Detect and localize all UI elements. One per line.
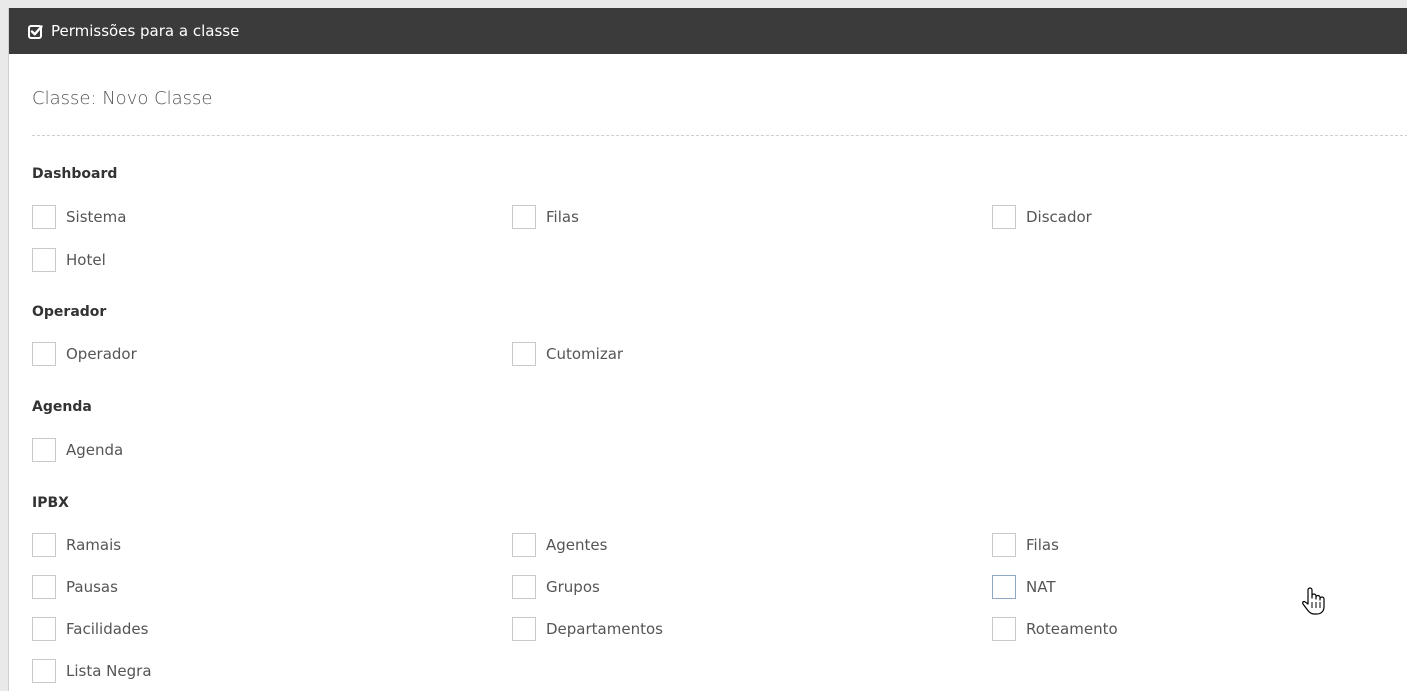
checkbox-ipbx-lista-negra[interactable]: Lista Negra xyxy=(32,659,152,683)
checkbox-ipbx-nat[interactable]: NAT xyxy=(992,575,1055,599)
checkbox-label: Filas xyxy=(546,208,579,226)
checkbox-label: Ramais xyxy=(66,536,122,554)
section-title-operador: Operador xyxy=(32,304,107,320)
checkbox-label: Grupos xyxy=(546,578,600,596)
checkbox-ipbx-facilidades[interactable]: Facilidades xyxy=(32,617,148,641)
checkbox-box[interactable] xyxy=(32,617,56,641)
checkbox-operador-operador[interactable]: Operador xyxy=(32,342,137,366)
checkbox-label: Sistema xyxy=(66,208,127,226)
checkbox-dashboard-discador[interactable]: Discador xyxy=(992,205,1092,229)
checkbox-label: Hotel xyxy=(66,251,106,269)
checkbox-ipbx-departamentos[interactable]: Departamentos xyxy=(512,617,663,641)
checkbox-box[interactable] xyxy=(992,533,1016,557)
checkbox-label: Cutomizar xyxy=(546,345,624,363)
panel-header: Permissões para a classe xyxy=(9,8,1407,54)
checkbox-box[interactable] xyxy=(512,342,536,366)
checkbox-ipbx-grupos[interactable]: Grupos xyxy=(512,575,600,599)
permissions-panel: Permissões para a classe Classe: Novo Cl… xyxy=(8,8,1407,691)
checkbox-ipbx-filas[interactable]: Filas xyxy=(992,533,1059,557)
checkbox-box[interactable] xyxy=(992,617,1016,641)
checkbox-label: Facilidades xyxy=(66,620,149,638)
checkbox-box[interactable] xyxy=(32,533,56,557)
checkbox-box[interactable] xyxy=(512,575,536,599)
checkbox-box[interactable] xyxy=(32,342,56,366)
checkbox-label: Operador xyxy=(66,345,137,363)
checkbox-box[interactable] xyxy=(992,205,1016,229)
checkbox-label: Filas xyxy=(1026,536,1059,554)
checkbox-label: Agentes xyxy=(546,536,608,554)
checkbox-label: Pausas xyxy=(66,578,118,596)
checkbox-label: Departamentos xyxy=(546,620,663,638)
section-title-ipbx: IPBX xyxy=(32,495,69,511)
checkbox-label: NAT xyxy=(1026,578,1056,596)
checkbox-box[interactable] xyxy=(512,617,536,641)
class-title: Classe: Novo Classe xyxy=(32,88,213,109)
checkbox-label: Discador xyxy=(1026,208,1092,226)
checkbox-operador-cutomizar[interactable]: Cutomizar xyxy=(512,342,623,366)
checkbox-box[interactable] xyxy=(512,205,536,229)
checkbox-box[interactable] xyxy=(32,205,56,229)
checkbox-box[interactable] xyxy=(32,575,56,599)
checkbox-label: Lista Negra xyxy=(66,662,152,680)
checkbox-label: Agenda xyxy=(66,441,124,459)
checkbox-box[interactable] xyxy=(32,438,56,462)
hand-pointer-icon xyxy=(1301,586,1325,616)
checkbox-box[interactable] xyxy=(512,533,536,557)
checkbox-box[interactable] xyxy=(32,248,56,272)
section-title-agenda: Agenda xyxy=(32,399,92,415)
panel-title: Permissões para a classe xyxy=(51,22,240,40)
checkbox-ipbx-agentes[interactable]: Agentes xyxy=(512,533,607,557)
checkbox-label: Roteamento xyxy=(1026,620,1118,638)
checkbox-dashboard-sistema[interactable]: Sistema xyxy=(32,205,126,229)
checkbox-box[interactable] xyxy=(992,575,1016,599)
checkbox-box[interactable] xyxy=(32,659,56,683)
checkbox-ipbx-pausas[interactable]: Pausas xyxy=(32,575,118,599)
checkbox-dashboard-filas[interactable]: Filas xyxy=(512,205,579,229)
checkbox-agenda-agenda[interactable]: Agenda xyxy=(32,438,123,462)
checkbox-ipbx-roteamento[interactable]: Roteamento xyxy=(992,617,1118,641)
checkbox-dashboard-hotel[interactable]: Hotel xyxy=(32,248,106,272)
checkbox-ipbx-ramais[interactable]: Ramais xyxy=(32,533,121,557)
checkbox-edit-icon xyxy=(28,24,43,39)
section-title-dashboard: Dashboard xyxy=(32,166,118,182)
divider xyxy=(32,135,1407,136)
